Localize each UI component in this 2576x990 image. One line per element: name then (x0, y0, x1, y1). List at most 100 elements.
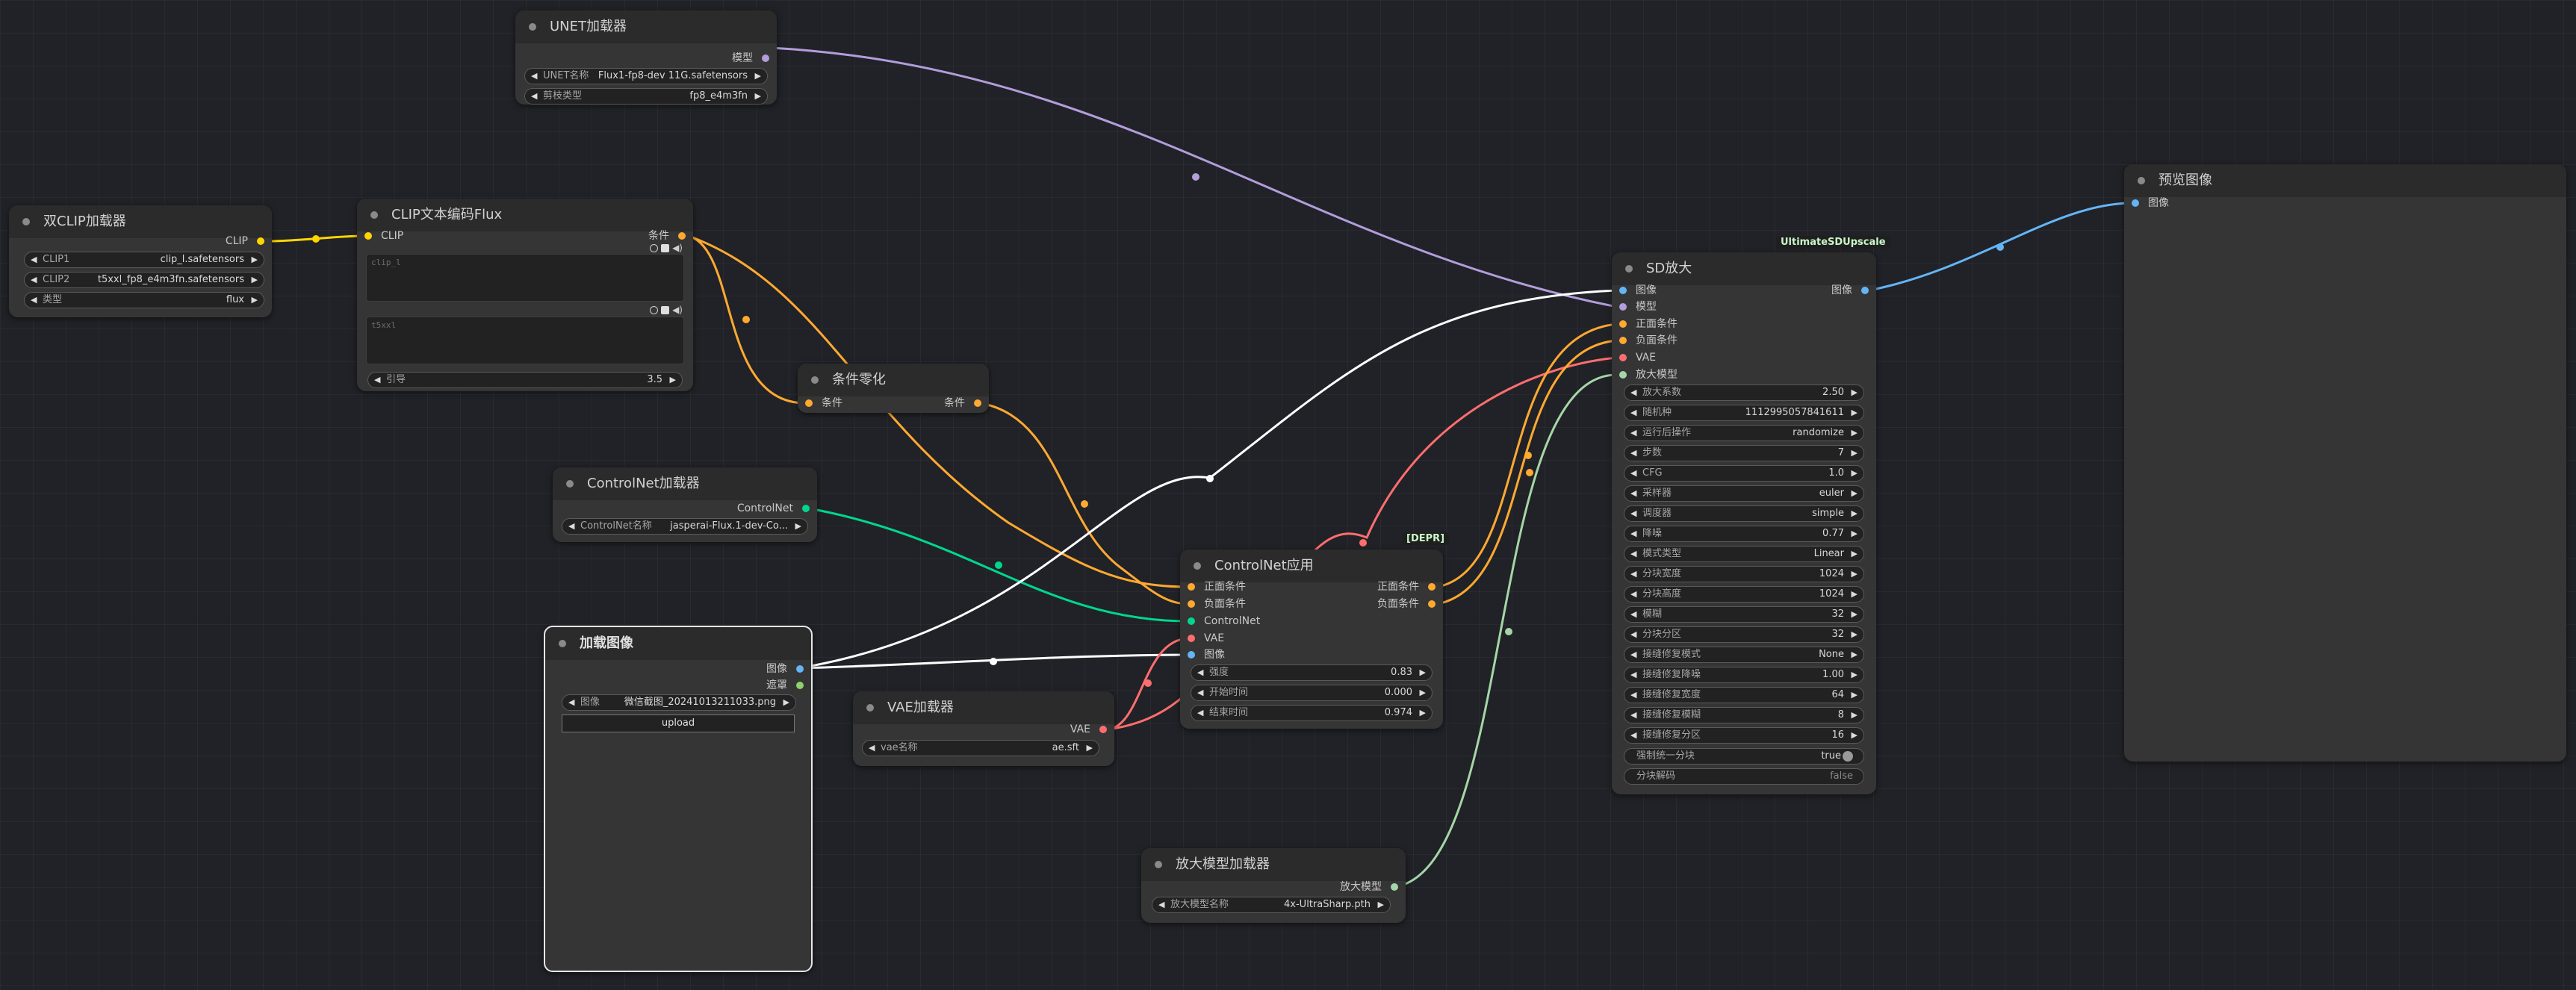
node-title[interactable]: VAE加载器 (853, 691, 1114, 724)
arrow-left-icon[interactable]: ◀ (1630, 385, 1636, 400)
toggle-force-uniform-tiles[interactable]: 强制统一分块 true (1624, 748, 1864, 765)
arrow-right-icon[interactable]: ▶ (1852, 607, 1857, 622)
arrow-right-icon[interactable]: ▶ (1087, 741, 1093, 756)
arrow-left-icon[interactable]: ◀ (1630, 667, 1636, 682)
arrow-left-icon[interactable]: ◀ (1158, 897, 1164, 912)
collapse-dot-icon[interactable] (529, 23, 536, 31)
widget-row[interactable]: ◀ 接缝修复模糊 8 ▶ (1624, 707, 1864, 723)
arrow-left-icon[interactable]: ◀ (531, 89, 537, 104)
input-vae[interactable]: VAE (1188, 631, 1224, 646)
input-port-icon[interactable] (805, 399, 813, 407)
output-vae[interactable]: VAE (1070, 722, 1107, 737)
node-vae-loader[interactable]: VAE加载器 VAE ◀ vae名称 ae.sft ▶ (853, 691, 1114, 766)
arrow-right-icon[interactable]: ▶ (1852, 385, 1857, 400)
output-port-icon[interactable] (257, 237, 264, 245)
output-port-icon[interactable] (762, 55, 769, 62)
output-conditioning[interactable]: 条件 (648, 228, 686, 243)
collapse-dot-icon[interactable] (1625, 265, 1633, 273)
toggle-knob-icon[interactable] (1843, 751, 1853, 762)
collapse-dot-icon[interactable] (866, 704, 874, 712)
output-port-icon[interactable] (802, 505, 810, 512)
arrow-right-icon[interactable]: ▶ (1852, 405, 1857, 420)
arrow-right-icon[interactable]: ▶ (1852, 708, 1857, 723)
collapse-dot-icon[interactable] (811, 376, 819, 384)
arrow-left-icon[interactable]: ◀ (31, 252, 37, 267)
speaker-icon[interactable]: ◀) (672, 305, 683, 315)
textarea-t5xxl[interactable]: t5xxl (366, 317, 684, 364)
input-image[interactable]: 图像 (1188, 647, 1225, 662)
widget-row[interactable]: ◀ 接缝修复宽度 64 ▶ (1624, 687, 1864, 703)
node-unet-loader[interactable]: UNET加载器 模型 ◀ UNET名称 Flux1-fp8-dev 11G.safe… (515, 10, 777, 105)
output-model[interactable]: 模型 (732, 51, 769, 66)
widget-row[interactable]: ◀ 分块分区 32 ▶ (1624, 626, 1864, 643)
widget-row[interactable]: ◀ 分块高度 1024 ▶ (1624, 586, 1864, 603)
arrow-right-icon[interactable]: ▶ (1852, 547, 1857, 561)
input-port-icon[interactable] (1188, 600, 1195, 608)
arrow-left-icon[interactable]: ◀ (1630, 547, 1636, 561)
upload-button[interactable]: upload (562, 715, 795, 732)
input-port-icon[interactable] (1619, 287, 1627, 294)
arrow-left-icon[interactable]: ◀ (1630, 486, 1636, 501)
output-positive[interactable]: 正面条件 (1377, 579, 1436, 594)
input-port-icon[interactable] (2132, 199, 2139, 207)
arrow-right-icon[interactable]: ▶ (1378, 897, 1384, 912)
widget-end-percent[interactable]: ◀ 结束时间 0.974 ▶ (1191, 705, 1433, 721)
output-controlnet[interactable]: ControlNet (737, 501, 810, 516)
arrow-right-icon[interactable]: ▶ (1852, 466, 1857, 481)
checkbox-icon[interactable] (661, 306, 670, 314)
widget-row[interactable]: ◀ 调度器 simple ▶ (1624, 505, 1864, 522)
checkbox-icon[interactable] (661, 244, 670, 252)
node-conditioning-zero-out[interactable]: 条件零化 条件 条件 (798, 364, 989, 413)
arrow-left-icon[interactable]: ◀ (31, 273, 37, 287)
widget-strength[interactable]: ◀ 强度 0.83 ▶ (1191, 664, 1433, 681)
node-title[interactable]: SD放大 (1612, 252, 1876, 285)
widget-row[interactable]: ◀ 接缝修复模式 None ▶ (1624, 647, 1864, 663)
arrow-left-icon[interactable]: ◀ (1630, 526, 1636, 541)
arrow-left-icon[interactable]: ◀ (568, 519, 574, 534)
widget-row[interactable]: ◀ 接缝修复降噪 1.00 ▶ (1624, 667, 1864, 683)
output-port-icon[interactable] (678, 232, 686, 240)
output-negative[interactable]: 负面条件 (1377, 597, 1436, 611)
textarea-clip-l[interactable]: clip_l (366, 254, 684, 302)
output-port-icon[interactable] (796, 665, 804, 673)
toggle-tiled-decode[interactable]: 分块解码 false (1624, 768, 1864, 785)
widget-unet-name[interactable]: ◀ UNET名称 Flux1-fp8-dev 11G.safetensors ▶ (524, 68, 768, 84)
input-port-icon[interactable] (364, 232, 372, 240)
arrow-right-icon[interactable]: ▶ (1852, 526, 1857, 541)
input-negative[interactable]: 负面条件 (1619, 333, 1677, 348)
output-image[interactable]: 图像 (766, 661, 804, 676)
input-positive[interactable]: 正面条件 (1619, 317, 1677, 331)
input-clip[interactable]: CLIP (364, 228, 403, 243)
input-port-icon[interactable] (1619, 371, 1627, 379)
arrow-left-icon[interactable]: ◀ (1630, 426, 1636, 440)
collapse-dot-icon[interactable] (1155, 861, 1162, 868)
arrow-right-icon[interactable]: ▶ (1852, 587, 1857, 602)
widget-row[interactable]: ◀ 模式类型 Linear ▶ (1624, 546, 1864, 562)
speaker-icon[interactable]: ◀) (672, 243, 683, 253)
arrow-right-icon[interactable]: ▶ (1420, 706, 1426, 720)
widget-row[interactable]: ◀ 接缝修复分区 16 ▶ (1624, 727, 1864, 744)
arrow-right-icon[interactable]: ▶ (252, 252, 258, 267)
radio-icon[interactable] (650, 244, 659, 252)
arrow-left-icon[interactable]: ◀ (1630, 607, 1636, 622)
arrow-left-icon[interactable]: ◀ (1197, 685, 1203, 700)
arrow-left-icon[interactable]: ◀ (1630, 567, 1636, 582)
node-controlnet-apply[interactable]: ControlNet应用 正面条件 负面条件 ControlNet VAE 图像… (1180, 550, 1443, 729)
node-preview-image[interactable]: 预览图像 图像 (2124, 164, 2566, 762)
widget-row[interactable]: ◀ 随机种 1112995057841611 ▶ (1624, 405, 1864, 421)
widget-vae-name[interactable]: ◀ vae名称 ae.sft ▶ (862, 740, 1099, 756)
arrow-right-icon[interactable]: ▶ (1852, 647, 1857, 662)
widget-clip2[interactable]: ◀ CLIP2 t5xxl_fp8_e4m3fn.safetensors ▶ (24, 272, 264, 288)
arrow-left-icon[interactable]: ◀ (1630, 728, 1636, 743)
textarea-controls[interactable]: ◀) (650, 243, 683, 253)
widget-start-percent[interactable]: ◀ 开始时间 0.000 ▶ (1191, 685, 1433, 701)
widget-row[interactable]: ◀ 分块宽度 1024 ▶ (1624, 566, 1864, 582)
widget-row[interactable]: ◀ 运行后操作 randomize ▶ (1624, 425, 1864, 441)
arrow-right-icon[interactable]: ▶ (1852, 567, 1857, 582)
arrow-right-icon[interactable]: ▶ (252, 273, 258, 287)
arrow-right-icon[interactable]: ▶ (1852, 688, 1857, 703)
collapse-dot-icon[interactable] (559, 640, 566, 647)
arrow-left-icon[interactable]: ◀ (1630, 647, 1636, 662)
output-clip[interactable]: CLIP (226, 234, 264, 249)
node-upscale-model-loader[interactable]: 放大模型加载器 放大模型 ◀ 放大模型名称 4x-UltraSharp.pth ▶ (1141, 848, 1406, 923)
